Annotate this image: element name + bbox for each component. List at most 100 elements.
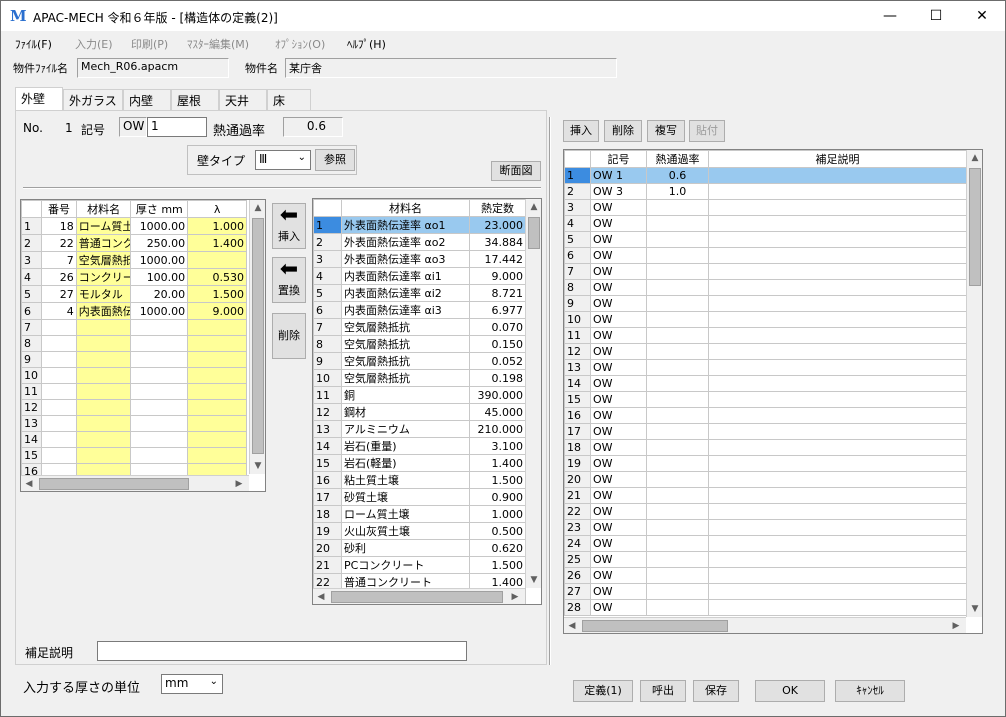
material-constant[interactable]: 0.620 (469, 539, 526, 557)
layer-grid-hscroll[interactable]: ◀ ▶ (21, 475, 249, 491)
layer-lambda[interactable] (187, 251, 247, 269)
definition-note[interactable] (708, 263, 967, 280)
definition-heat[interactable] (646, 503, 709, 520)
definition-note[interactable] (708, 519, 967, 536)
material-name[interactable]: 外表面熱伝達率 αo3 (341, 250, 470, 268)
scroll-down-icon[interactable]: ▼ (526, 572, 541, 588)
definition-code[interactable]: OW (590, 535, 647, 552)
layer-thickness[interactable] (130, 319, 189, 336)
scroll-left-icon[interactable]: ◀ (21, 476, 37, 491)
layer-thickness[interactable] (130, 399, 189, 416)
definition-note[interactable] (708, 503, 967, 520)
layer-lambda[interactable] (187, 319, 247, 336)
delete-layer-button[interactable]: 削除 (272, 313, 306, 359)
layer-material[interactable] (75, 447, 132, 464)
table-row[interactable]: 11 OW (564, 327, 967, 344)
material-name[interactable]: 空気層熱抵抗 (341, 335, 470, 353)
table-row[interactable]: 5 OW (564, 231, 967, 248)
scroll-left-icon[interactable]: ◀ (564, 618, 580, 633)
scroll-up-icon[interactable]: ▲ (526, 199, 541, 215)
material-constant[interactable]: 8.721 (469, 284, 526, 302)
definition-code[interactable]: OW (590, 583, 647, 600)
layer-material[interactable] (75, 383, 132, 400)
definition-note[interactable] (708, 295, 967, 312)
definition-heat[interactable] (646, 567, 709, 584)
layer-material[interactable] (75, 351, 132, 368)
table-row[interactable]: 15 岩石(軽量) 1.400 (313, 454, 526, 472)
definition-code[interactable]: OW (590, 599, 647, 616)
table-row[interactable]: 17 砂質土壌 0.900 (313, 488, 526, 506)
table-row[interactable]: 8 空気層熱抵抗 0.150 (313, 335, 526, 353)
definition-code[interactable]: OW 3 (590, 183, 647, 200)
layer-number[interactable] (41, 431, 77, 448)
tab-floor[interactable]: 床 (267, 89, 311, 110)
layer-lambda[interactable] (187, 335, 247, 352)
definition-note[interactable] (708, 599, 967, 616)
material-name[interactable]: 空気層熱抵抗 (341, 318, 470, 336)
definition-heat[interactable] (646, 439, 709, 456)
definition-code[interactable]: OW (590, 327, 647, 344)
material-header-name[interactable]: 材料名 (341, 199, 470, 217)
table-row[interactable]: 3 外表面熱伝達率 αo3 17.442 (313, 250, 526, 268)
close-button[interactable]: ✕ (959, 1, 1005, 31)
table-row[interactable]: 21 PCコンクリート 1.500 (313, 556, 526, 574)
definition-grid-vscroll-thumb[interactable] (969, 168, 981, 286)
definition-code[interactable]: OW (590, 551, 647, 568)
layer-number[interactable]: 7 (41, 251, 77, 269)
table-row[interactable]: 16 粘土質土壌 1.500 (313, 471, 526, 489)
material-name[interactable]: 岩石(軽量) (341, 454, 470, 472)
material-name[interactable]: 火山灰質土壌 (341, 522, 470, 540)
definition-note[interactable] (708, 327, 967, 344)
material-constant[interactable]: 0.052 (469, 352, 526, 370)
table-row[interactable]: 10 (21, 367, 247, 384)
material-constant[interactable]: 0.070 (469, 318, 526, 336)
delete-definition-button[interactable]: 削除 (604, 120, 642, 142)
definition-heat[interactable] (646, 327, 709, 344)
call-button[interactable]: 呼出 (640, 680, 686, 702)
table-row[interactable]: 4 内表面熱伝達率 αi1 9.000 (313, 267, 526, 285)
definition-heat[interactable] (646, 535, 709, 552)
unit-select[interactable]: mm ⌄ (161, 674, 223, 694)
ok-button[interactable]: OK (755, 680, 825, 702)
definition-note[interactable] (708, 279, 967, 296)
layer-grid-vscroll-thumb[interactable] (252, 218, 264, 454)
table-row[interactable]: 16 OW (564, 407, 967, 424)
menu-print[interactable]: 印刷(P) (131, 36, 168, 52)
layer-number[interactable] (41, 447, 77, 464)
layer-grid-vscroll[interactable]: ▲ ▼ (249, 200, 265, 474)
save-button[interactable]: 保存 (693, 680, 739, 702)
definition-code[interactable]: OW (590, 519, 647, 536)
layer-thickness[interactable] (130, 415, 189, 432)
table-row[interactable]: 17 OW (564, 423, 967, 440)
material-grid-hscroll-thumb[interactable] (331, 591, 503, 603)
material-constant[interactable]: 0.900 (469, 488, 526, 506)
insert-definition-button[interactable]: 挿入 (563, 120, 599, 142)
layer-thickness[interactable]: 1000.00 (130, 217, 189, 235)
layer-material[interactable] (75, 367, 132, 384)
layer-number[interactable]: 26 (41, 268, 77, 286)
table-row[interactable]: 3 OW (564, 199, 967, 216)
layer-number[interactable]: 22 (41, 234, 77, 252)
definition-code[interactable]: OW (590, 503, 647, 520)
definition-heat[interactable] (646, 391, 709, 408)
replace-material-button[interactable]: ⬅ 置換 (272, 257, 306, 303)
definition-heat[interactable] (646, 295, 709, 312)
definition-note[interactable] (708, 583, 967, 600)
definition-note[interactable] (708, 183, 967, 200)
table-row[interactable]: 1 外表面熱伝達率 αo1 23.000 (313, 216, 526, 234)
material-name[interactable]: 外表面熱伝達率 αo2 (341, 233, 470, 251)
material-constant[interactable]: 6.977 (469, 301, 526, 319)
definition-code[interactable]: OW (590, 263, 647, 280)
definition-note[interactable] (708, 343, 967, 360)
material-name[interactable]: 内表面熱伝達率 αi3 (341, 301, 470, 319)
definition-heat[interactable] (646, 311, 709, 328)
scroll-down-icon[interactable]: ▼ (250, 458, 265, 474)
definition-code[interactable]: OW (590, 215, 647, 232)
definition-note[interactable] (708, 311, 967, 328)
table-row[interactable]: 3 7 空気層熱抵 1000.00 (21, 251, 247, 269)
table-row[interactable]: 6 OW (564, 247, 967, 264)
table-row[interactable]: 18 OW (564, 439, 967, 456)
definition-heat[interactable] (646, 343, 709, 360)
wall-type-select[interactable]: Ⅲ ⌄ (255, 150, 311, 170)
material-name[interactable]: 空気層熱抵抗 (341, 369, 470, 387)
